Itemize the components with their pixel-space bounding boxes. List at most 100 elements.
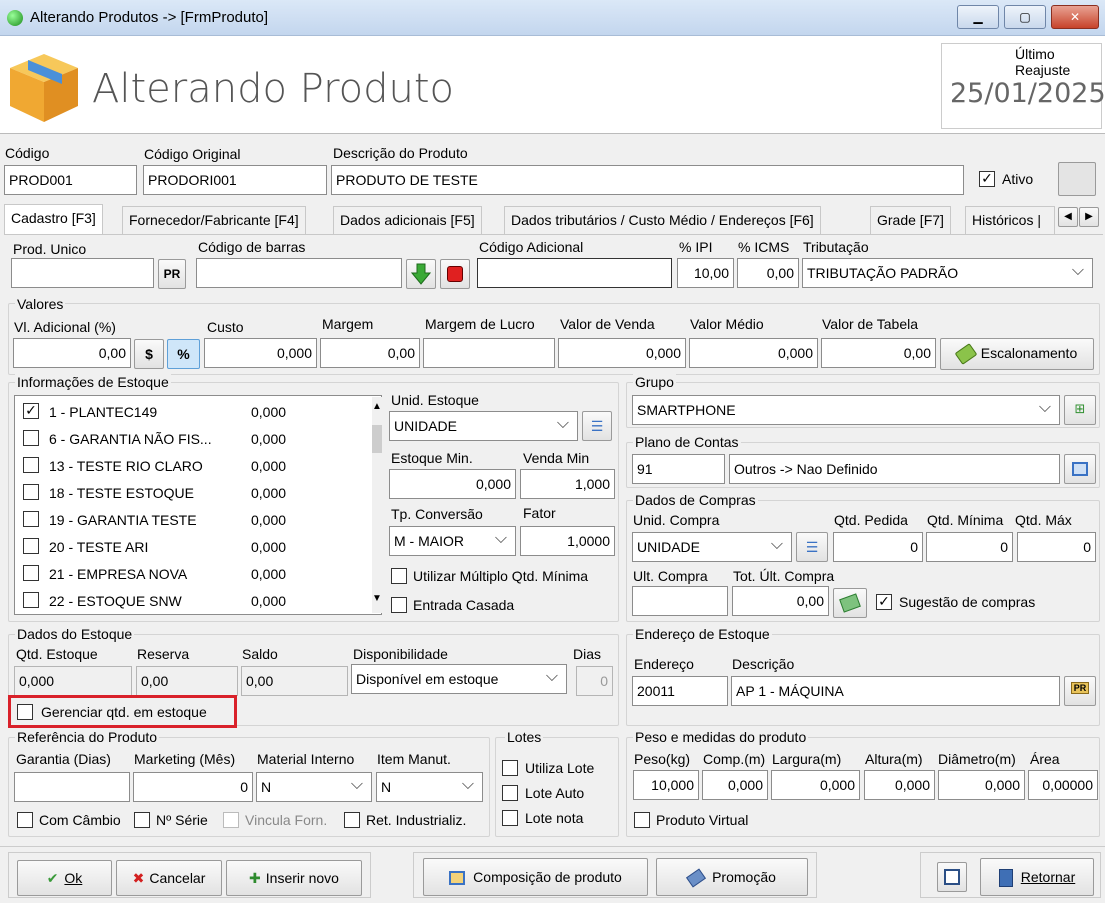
list-item-checkbox[interactable] — [23, 538, 39, 554]
dollar-button[interactable]: $ — [134, 339, 164, 369]
close-button[interactable]: ✕ — [1051, 5, 1099, 29]
ult-compra-field[interactable] — [632, 586, 728, 616]
qtd-max-field[interactable]: 0 — [1017, 532, 1096, 562]
venda-min-field[interactable]: 1,000 — [520, 469, 615, 499]
descricao-field[interactable]: PRODUTO DE TESTE — [331, 165, 964, 195]
tab-scroll-left-button[interactable]: ◀ — [1058, 207, 1078, 227]
unid-compra-select[interactable]: UNIDADE — [632, 532, 792, 562]
estoque-min-field[interactable]: 0,000 — [389, 469, 516, 499]
ativo-checkbox[interactable]: ✓ — [979, 171, 995, 187]
percent-button[interactable]: % — [167, 339, 200, 369]
maximize-button[interactable]: ▢ — [1004, 5, 1046, 29]
tab-dados-tributarios[interactable]: Dados tributários / Custo Médio / Endere… — [504, 206, 821, 234]
unid-estoque-list-button[interactable]: ☰ — [582, 411, 612, 441]
list-item[interactable]: 20 - TESTE ARI 0,000 — [21, 535, 361, 559]
codigo-adicional-field[interactable] — [477, 258, 672, 288]
ipi-field[interactable]: 10,00 — [677, 258, 734, 288]
pr-button[interactable]: PR — [158, 259, 186, 289]
endereco-pr-button[interactable]: PR — [1064, 676, 1096, 706]
gerenciar-checkbox[interactable] — [17, 704, 33, 720]
retornar-button[interactable]: Retornar — [980, 858, 1094, 896]
scroll-thumb[interactable] — [372, 425, 382, 453]
comp-field[interactable]: 0,000 — [702, 770, 768, 800]
tab-scroll-right-button[interactable]: ▶ — [1079, 207, 1099, 227]
tab-historicos[interactable]: Históricos | — [965, 206, 1055, 234]
lote-nota-checkbox[interactable] — [502, 810, 518, 826]
marketing-field[interactable]: 0 — [133, 772, 253, 802]
tot-ult-compra-field[interactable]: 0,00 — [732, 586, 829, 616]
garantia-field[interactable] — [14, 772, 130, 802]
entrada-casada-checkbox[interactable] — [391, 597, 407, 613]
produto-virtual-checkbox[interactable] — [634, 812, 650, 828]
list-item[interactable]: 22 - ESTOQUE SNW 0,000 — [21, 589, 361, 613]
minimize-button[interactable]: ▁ — [957, 5, 999, 29]
list-item[interactable]: 21 - EMPRESA NOVA 0,000 — [21, 562, 361, 586]
custo-field[interactable]: 0,000 — [204, 338, 317, 368]
com-cambio-checkbox[interactable] — [17, 812, 33, 828]
utiliza-lote-checkbox[interactable] — [502, 760, 518, 776]
margem-field[interactable]: 0,00 — [320, 338, 420, 368]
plano-contas-search-button[interactable] — [1064, 454, 1096, 484]
escalonamento-button[interactable]: Escalonamento — [940, 338, 1094, 370]
grupo-select[interactable]: SMARTPHONE — [632, 395, 1060, 425]
list-item-checkbox[interactable] — [23, 430, 39, 446]
download-arrow-button[interactable] — [406, 259, 436, 289]
fator-field[interactable]: 1,0000 — [520, 526, 615, 556]
ret-ind-checkbox[interactable] — [344, 812, 360, 828]
codigo-original-field[interactable]: PRODORI001 — [143, 165, 327, 195]
valor-tabela-field[interactable]: 0,00 — [821, 338, 936, 368]
valor-medio-field[interactable]: 0,000 — [689, 338, 818, 368]
largura-field[interactable]: 0,000 — [771, 770, 860, 800]
tab-grade[interactable]: Grade [F7] — [870, 206, 951, 234]
scroll-down-icon[interactable]: ▼ — [372, 593, 382, 604]
unid-compra-list-button[interactable]: ☰ — [796, 532, 828, 562]
material-select[interactable]: N — [256, 772, 372, 802]
list-item[interactable]: ✓ 1 - PLANTEC149 0,000 — [21, 400, 361, 424]
list-item-checkbox[interactable] — [23, 457, 39, 473]
valor-venda-field[interactable]: 0,000 — [558, 338, 686, 368]
cancelar-button[interactable]: ✖ Cancelar — [116, 860, 222, 896]
codigo-field[interactable]: PROD001 — [4, 165, 137, 195]
tab-fornecedor[interactable]: Fornecedor/Fabricante [F4] — [122, 206, 306, 234]
list-item-checkbox[interactable] — [23, 592, 39, 608]
list-scrollbar[interactable]: ▲ ▼ — [372, 397, 382, 613]
prod-unico-field[interactable] — [11, 258, 154, 288]
print-button[interactable] — [937, 862, 967, 892]
list-item[interactable]: 6 - GARANTIA NÃO FIS... 0,000 — [21, 427, 361, 451]
plano-contas-codigo[interactable]: 91 — [632, 454, 725, 484]
area-field[interactable]: 0,00000 — [1028, 770, 1098, 800]
tab-cadastro[interactable]: Cadastro [F3] — [4, 204, 103, 235]
n-serie-checkbox[interactable] — [134, 812, 150, 828]
ok-button[interactable]: ✔ Ok — [17, 860, 112, 896]
color-swatch-button[interactable] — [1058, 162, 1096, 196]
tributacao-select[interactable]: TRIBUTAÇÃO PADRÃO — [802, 258, 1093, 288]
composicao-button[interactable]: Composição de produto — [423, 858, 648, 896]
peso-field[interactable]: 10,000 — [633, 770, 699, 800]
list-item-checkbox[interactable]: ✓ — [23, 403, 39, 419]
list-item[interactable]: 18 - TESTE ESTOQUE 0,000 — [21, 481, 361, 505]
sugestao-checkbox[interactable]: ✓ — [876, 594, 892, 610]
lote-auto-checkbox[interactable] — [502, 785, 518, 801]
icms-field[interactable]: 0,00 — [737, 258, 799, 288]
promocao-button[interactable]: Promoção — [656, 858, 808, 896]
list-item-checkbox[interactable] — [23, 565, 39, 581]
red-cube-button[interactable] — [440, 259, 470, 289]
item-manut-select[interactable]: N — [376, 772, 483, 802]
disponibilidade-select[interactable]: Disponível em estoque — [351, 664, 567, 694]
altura-field[interactable]: 0,000 — [864, 770, 935, 800]
qtd-pedida-field[interactable]: 0 — [833, 532, 923, 562]
scroll-up-icon[interactable]: ▲ — [372, 401, 382, 412]
unid-estoque-select[interactable]: UNIDADE — [389, 411, 578, 441]
grupo-tree-button[interactable]: ⊞ — [1064, 395, 1096, 425]
diametro-field[interactable]: 0,000 — [938, 770, 1025, 800]
estoque-list[interactable]: ✓ 1 - PLANTEC149 0,000 6 - GARANTIA NÃO FI… — [14, 395, 382, 615]
codigo-barras-field[interactable] — [196, 258, 402, 288]
plano-contas-descricao[interactable]: Outros -> Nao Definido — [729, 454, 1060, 484]
inserir-novo-button[interactable]: ✚ Inserir novo — [226, 860, 362, 896]
compra-history-button[interactable] — [833, 588, 867, 618]
list-item-checkbox[interactable] — [23, 511, 39, 527]
multiplo-checkbox[interactable] — [391, 568, 407, 584]
endereco-descricao-field[interactable]: AP 1 - MÁQUINA — [731, 676, 1060, 706]
tp-conversao-select[interactable]: M - MAIOR — [389, 526, 516, 556]
list-item[interactable]: 19 - GARANTIA TESTE 0,000 — [21, 508, 361, 532]
